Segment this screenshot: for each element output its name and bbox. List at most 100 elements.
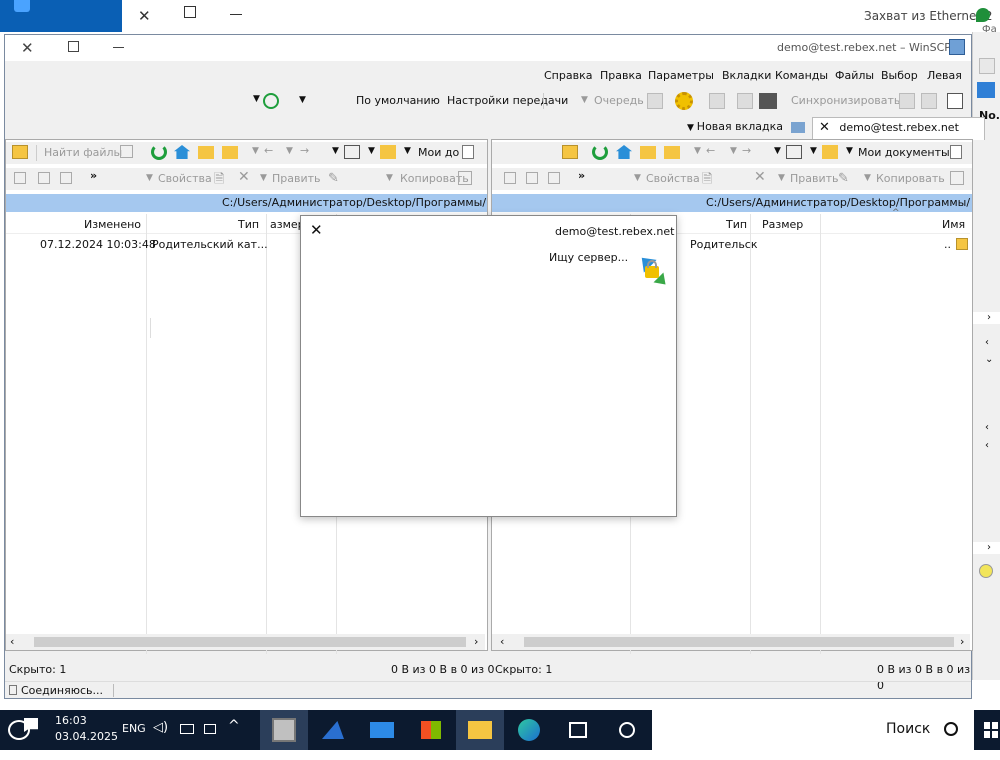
more-icon[interactable]: » xyxy=(578,169,585,182)
column-changed[interactable]: Изменено xyxy=(84,218,141,231)
clock-time[interactable]: 16:03 xyxy=(55,714,87,727)
properties-icon[interactable]: 🗎 xyxy=(702,170,712,192)
column-type[interactable]: Тип xyxy=(726,218,747,231)
menu-item-options[interactable]: Параметры xyxy=(648,69,714,82)
minus-icon[interactable] xyxy=(526,172,538,184)
properties-button[interactable]: Свойства xyxy=(646,172,700,185)
transfer-settings-dropdown-icon[interactable]: ▼ xyxy=(299,95,306,105)
volume-icon[interactable]: ◁) xyxy=(153,720,168,735)
menu-item-edit[interactable]: Правка xyxy=(600,69,642,82)
column-type[interactable]: Тип xyxy=(238,218,259,231)
filter-icon[interactable] xyxy=(977,82,995,98)
location-dropdown-icon[interactable]: ▼ xyxy=(404,146,411,156)
copy-button[interactable]: Копировать xyxy=(876,172,945,185)
menu-item-left[interactable]: Левая xyxy=(927,69,962,82)
putty-icon[interactable] xyxy=(759,93,777,109)
maximize-icon[interactable] xyxy=(184,6,196,18)
chevron-down-icon[interactable]: ▼ xyxy=(253,94,260,104)
local-location[interactable]: Мои документы xyxy=(858,146,950,159)
menu-item-tabs[interactable]: Вкладки xyxy=(722,69,771,82)
open-folder-icon[interactable] xyxy=(822,145,838,159)
battery-icon[interactable] xyxy=(204,724,216,734)
tab-session[interactable]: ✕ demo@test.rebex.net xyxy=(812,117,985,154)
refresh-icon[interactable] xyxy=(151,144,167,160)
remote-horizontal-scrollbar[interactable]: ‹ › xyxy=(6,634,485,650)
close-icon[interactable]: ✕ xyxy=(138,7,151,25)
column-name[interactable]: Имя xyxy=(942,218,965,231)
minimize-icon[interactable] xyxy=(230,14,242,15)
action-center-icon[interactable] xyxy=(24,718,38,732)
scroll-left-icon[interactable]: ‹ xyxy=(10,635,14,648)
copy-dropdown-icon[interactable]: ▼ xyxy=(864,173,871,183)
back-icon[interactable] xyxy=(979,58,995,74)
parent-folder-icon[interactable] xyxy=(222,146,238,159)
expand-icon-3[interactable]: ‹ xyxy=(985,440,989,451)
maximize-icon[interactable] xyxy=(68,41,79,52)
filter-icon[interactable] xyxy=(344,145,360,159)
forward-arrow-icon[interactable]: ← xyxy=(706,144,715,157)
minimize-icon[interactable] xyxy=(113,47,124,48)
scroll-right-icon[interactable]: › xyxy=(987,312,991,323)
edit-icon[interactable]: ✎ xyxy=(328,171,339,186)
edit-dropdown-icon[interactable]: ▼ xyxy=(260,173,267,183)
expand-icon[interactable]: ‹ xyxy=(985,337,989,348)
scroll-thumb[interactable] xyxy=(524,637,954,647)
plus-icon[interactable] xyxy=(548,172,560,184)
find-folder-icon[interactable] xyxy=(562,145,578,159)
filter-dropdown-icon[interactable]: ▼ xyxy=(332,146,339,156)
back-dropdown-icon[interactable]: ▼ xyxy=(286,146,293,156)
edit-button[interactable]: Править xyxy=(790,172,839,185)
taskbar-edge[interactable] xyxy=(505,710,553,750)
queue-dropdown-icon[interactable]: ▼ xyxy=(581,95,588,105)
tab-new[interactable]: ▼ Новая вкладка xyxy=(681,117,811,139)
menu-item-files[interactable]: Файлы xyxy=(835,69,874,82)
properties-dropdown-icon[interactable]: ▼ xyxy=(634,173,641,183)
menu-item-commands[interactable]: Команды xyxy=(775,69,828,82)
more-icon[interactable]: » xyxy=(90,169,97,182)
remote-location[interactable]: Мои до xyxy=(418,146,459,159)
taskbar-wireshark[interactable] xyxy=(309,710,357,750)
find-icon[interactable] xyxy=(120,145,133,158)
back-dropdown-icon[interactable]: ▼ xyxy=(730,146,737,156)
edit-icon[interactable]: ✎ xyxy=(838,171,849,186)
taskbar-mail[interactable] xyxy=(358,710,406,750)
filter-dropdown-icon[interactable]: ▼ xyxy=(774,146,781,156)
parent-folder-icon[interactable] xyxy=(664,146,680,159)
root-folder-icon[interactable] xyxy=(640,146,656,159)
taskbar-winscp[interactable] xyxy=(260,710,308,750)
scroll-right-icon-2[interactable]: › xyxy=(987,542,991,553)
edit-button[interactable]: Править xyxy=(272,172,321,185)
scroll-thumb[interactable] xyxy=(34,637,466,647)
expand-icon-2[interactable]: ‹ xyxy=(985,422,989,433)
language-indicator[interactable]: ENG xyxy=(122,722,146,735)
menu-item-help[interactable]: Справка xyxy=(544,69,592,82)
back-arrow-icon[interactable]: → xyxy=(300,144,309,157)
taskbar-store[interactable] xyxy=(407,710,455,750)
taskbar-search[interactable]: Поиск xyxy=(652,710,974,750)
close-icon[interactable]: ✕ xyxy=(310,221,323,239)
forward-arrow-icon[interactable]: ← xyxy=(264,144,273,157)
copy-icon[interactable] xyxy=(950,171,964,185)
taskbar-task-view[interactable] xyxy=(554,710,602,750)
terminal-icon[interactable] xyxy=(737,93,753,109)
taskbar-explorer[interactable] xyxy=(456,710,504,750)
back-arrow-icon[interactable]: → xyxy=(742,144,751,157)
open-folder-dropdown-icon[interactable]: ▼ xyxy=(810,146,817,156)
reconnect-icon[interactable] xyxy=(263,93,279,109)
forward-dropdown-icon[interactable]: ▼ xyxy=(252,146,259,156)
close-tab-icon[interactable]: ✕ xyxy=(819,120,830,135)
plus-icon[interactable] xyxy=(60,172,72,184)
taskbar-cortana[interactable] xyxy=(603,710,651,750)
properties-button[interactable]: Свойства xyxy=(158,172,212,185)
delete-icon[interactable]: ✕ xyxy=(754,169,766,185)
transfer-settings-value[interactable]: По умолчанию xyxy=(356,94,440,107)
console-icon[interactable] xyxy=(709,93,725,109)
open-folder-dropdown-icon[interactable]: ▼ xyxy=(368,146,375,156)
scroll-left-icon[interactable]: ‹ xyxy=(500,635,504,648)
filter-icon-2[interactable] xyxy=(504,172,516,184)
close-icon[interactable]: ✕ xyxy=(21,39,34,57)
clock-date[interactable]: 03.04.2025 xyxy=(55,730,118,743)
local-horizontal-scrollbar[interactable]: ‹ › xyxy=(492,634,970,650)
queue-button[interactable]: Очередь xyxy=(594,94,644,107)
minus-icon[interactable] xyxy=(38,172,50,184)
